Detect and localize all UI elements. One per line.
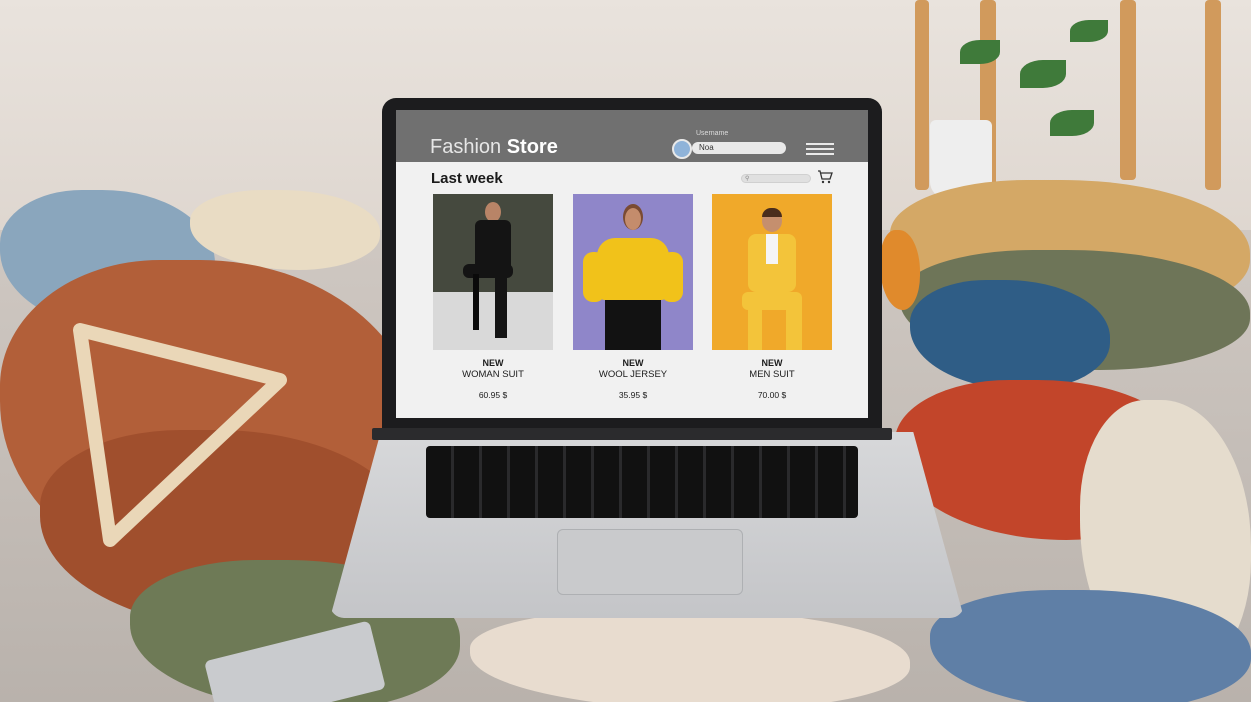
product-price: 70.00 $ bbox=[757, 390, 787, 400]
shelf-leg bbox=[1205, 0, 1221, 190]
product-name: MEN SUIT bbox=[749, 369, 795, 380]
product-tag: NEW bbox=[761, 358, 783, 368]
laptop-keyboard bbox=[426, 446, 858, 518]
plant-leaf bbox=[960, 40, 1000, 64]
shelf-leg bbox=[1120, 0, 1136, 180]
site-header: Fashion Store Username Noa bbox=[396, 110, 868, 162]
brand-bold: Store bbox=[506, 136, 558, 158]
username-field[interactable]: Noa bbox=[692, 142, 786, 154]
site-brand[interactable]: Fashion Store bbox=[430, 136, 558, 159]
laptop-touchpad bbox=[557, 529, 743, 595]
product-name: WOMAN SUIT bbox=[462, 369, 524, 380]
cart-icon[interactable] bbox=[817, 170, 833, 184]
wooden-hanger bbox=[73, 323, 287, 547]
product-tag: NEW bbox=[622, 358, 644, 368]
menu-icon[interactable] bbox=[806, 143, 834, 155]
shelf-leg bbox=[915, 0, 929, 190]
plant-leaf bbox=[1050, 110, 1094, 136]
product-photo bbox=[712, 194, 832, 350]
laptop-screen: Fashion Store Username Noa Last week ⚲ N… bbox=[396, 110, 868, 418]
product-name: WOOL JERSEY bbox=[598, 369, 668, 380]
product-price: 35.95 $ bbox=[618, 390, 648, 400]
photo-scene: Fashion Store Username Noa Last week ⚲ N… bbox=[0, 0, 1251, 702]
product-price: 60.95 $ bbox=[478, 390, 508, 400]
avatar[interactable] bbox=[672, 139, 692, 159]
laptop-hinge bbox=[372, 428, 892, 440]
product-card[interactable]: NEW WOMAN SUIT 60.95 $ bbox=[433, 194, 553, 404]
product-card[interactable]: NEW WOOL JERSEY 35.95 $ bbox=[573, 194, 693, 404]
username-caption: Username bbox=[696, 130, 729, 137]
search-icon: ⚲ bbox=[745, 176, 750, 182]
product-card[interactable]: NEW MEN SUIT 70.00 $ bbox=[712, 194, 832, 404]
product-photo bbox=[433, 194, 553, 350]
section-title: Last week bbox=[431, 170, 503, 187]
brand-light: Fashion bbox=[430, 136, 502, 158]
product-photo bbox=[573, 194, 693, 350]
plant-leaf bbox=[1070, 20, 1108, 42]
product-tag: NEW bbox=[482, 358, 504, 368]
plant-leaf bbox=[1020, 60, 1066, 88]
search-input[interactable]: ⚲ bbox=[741, 174, 811, 183]
